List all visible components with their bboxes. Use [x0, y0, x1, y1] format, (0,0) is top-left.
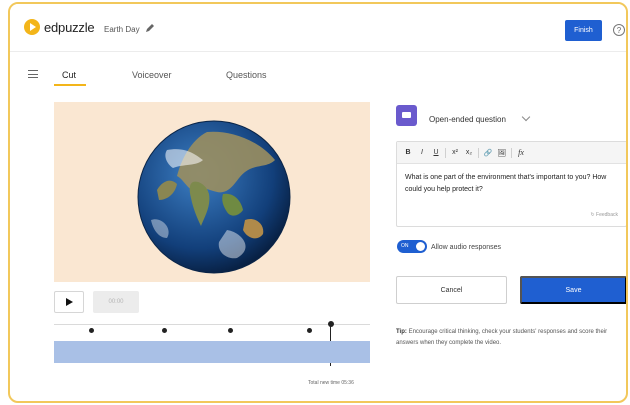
timeline-marker[interactable]: [89, 328, 95, 333]
timeline-marker[interactable]: [228, 328, 234, 333]
time-input[interactable]: 00:00: [93, 291, 139, 313]
image-icon[interactable]: 🖼: [495, 147, 509, 159]
earth-globe-image: [137, 120, 291, 274]
active-tab-indicator: [54, 84, 86, 86]
link-icon[interactable]: 🔗: [481, 147, 495, 159]
top-bar: edpuzzle Earth Day Finish ?: [10, 4, 626, 52]
superscript-button[interactable]: x²: [448, 147, 462, 159]
tip-body: Encourage critical thinking, check your …: [396, 329, 608, 346]
underline-button[interactable]: U: [429, 147, 443, 159]
timeline-track[interactable]: [54, 341, 370, 363]
editor-toolbar: B I U x² x₂ 🔗 🖼 fx: [397, 142, 626, 164]
timeline-ruler: [54, 324, 370, 325]
question-editor[interactable]: B I U x² x₂ 🔗 🖼 fx What is one part of t…: [396, 141, 626, 227]
question-text[interactable]: What is one part of the environment that…: [405, 172, 621, 196]
question-type-label[interactable]: Open-ended question: [429, 115, 506, 124]
pencil-icon[interactable]: [145, 23, 155, 33]
logo-text: edpuzzle: [44, 19, 95, 35]
audio-responses-toggle[interactable]: ON: [397, 240, 427, 253]
total-time-label: Total new time 05:36: [308, 380, 354, 386]
document-title[interactable]: Earth Day: [104, 25, 140, 34]
italic-button[interactable]: I: [415, 147, 429, 159]
help-icon[interactable]: ?: [613, 24, 625, 36]
toggle-knob: [416, 242, 425, 251]
finish-button[interactable]: Finish: [565, 20, 602, 41]
timeline-marker[interactable]: [307, 328, 313, 333]
video-preview[interactable]: [54, 102, 370, 282]
cut-timeline[interactable]: [54, 320, 370, 366]
tab-voiceover[interactable]: Voiceover: [132, 70, 172, 80]
formula-icon[interactable]: fx: [514, 147, 528, 159]
bold-button[interactable]: B: [401, 147, 415, 159]
subscript-button[interactable]: x₂: [462, 147, 476, 159]
app-frame: edpuzzle Earth Day Finish ? Cut Voiceove…: [8, 2, 628, 403]
logo[interactable]: edpuzzle: [24, 19, 95, 35]
tip-prefix: Tip:: [396, 329, 407, 335]
question-type-icon: [396, 105, 417, 126]
cancel-button[interactable]: Cancel: [396, 276, 507, 304]
toolbar-divider: [511, 147, 512, 158]
logo-icon: [24, 19, 40, 35]
tab-questions[interactable]: Questions: [226, 70, 267, 80]
toolbar-divider: [478, 147, 479, 158]
toggle-state-text: ON: [401, 243, 409, 249]
menu-icon[interactable]: [28, 70, 38, 78]
feedback-label: Feedback: [596, 212, 618, 218]
feedback-button[interactable]: ↻ Feedback: [590, 212, 618, 218]
tab-cut[interactable]: Cut: [62, 70, 76, 80]
audio-responses-label: Allow audio responses: [431, 244, 502, 251]
tip-text: Tip: Encourage critical thinking, check …: [396, 327, 626, 349]
toolbar-divider: [445, 147, 446, 158]
save-button[interactable]: Save: [520, 276, 626, 304]
play-button[interactable]: [54, 291, 84, 313]
chevron-down-icon[interactable]: [521, 112, 531, 122]
timeline-marker[interactable]: [162, 328, 168, 333]
